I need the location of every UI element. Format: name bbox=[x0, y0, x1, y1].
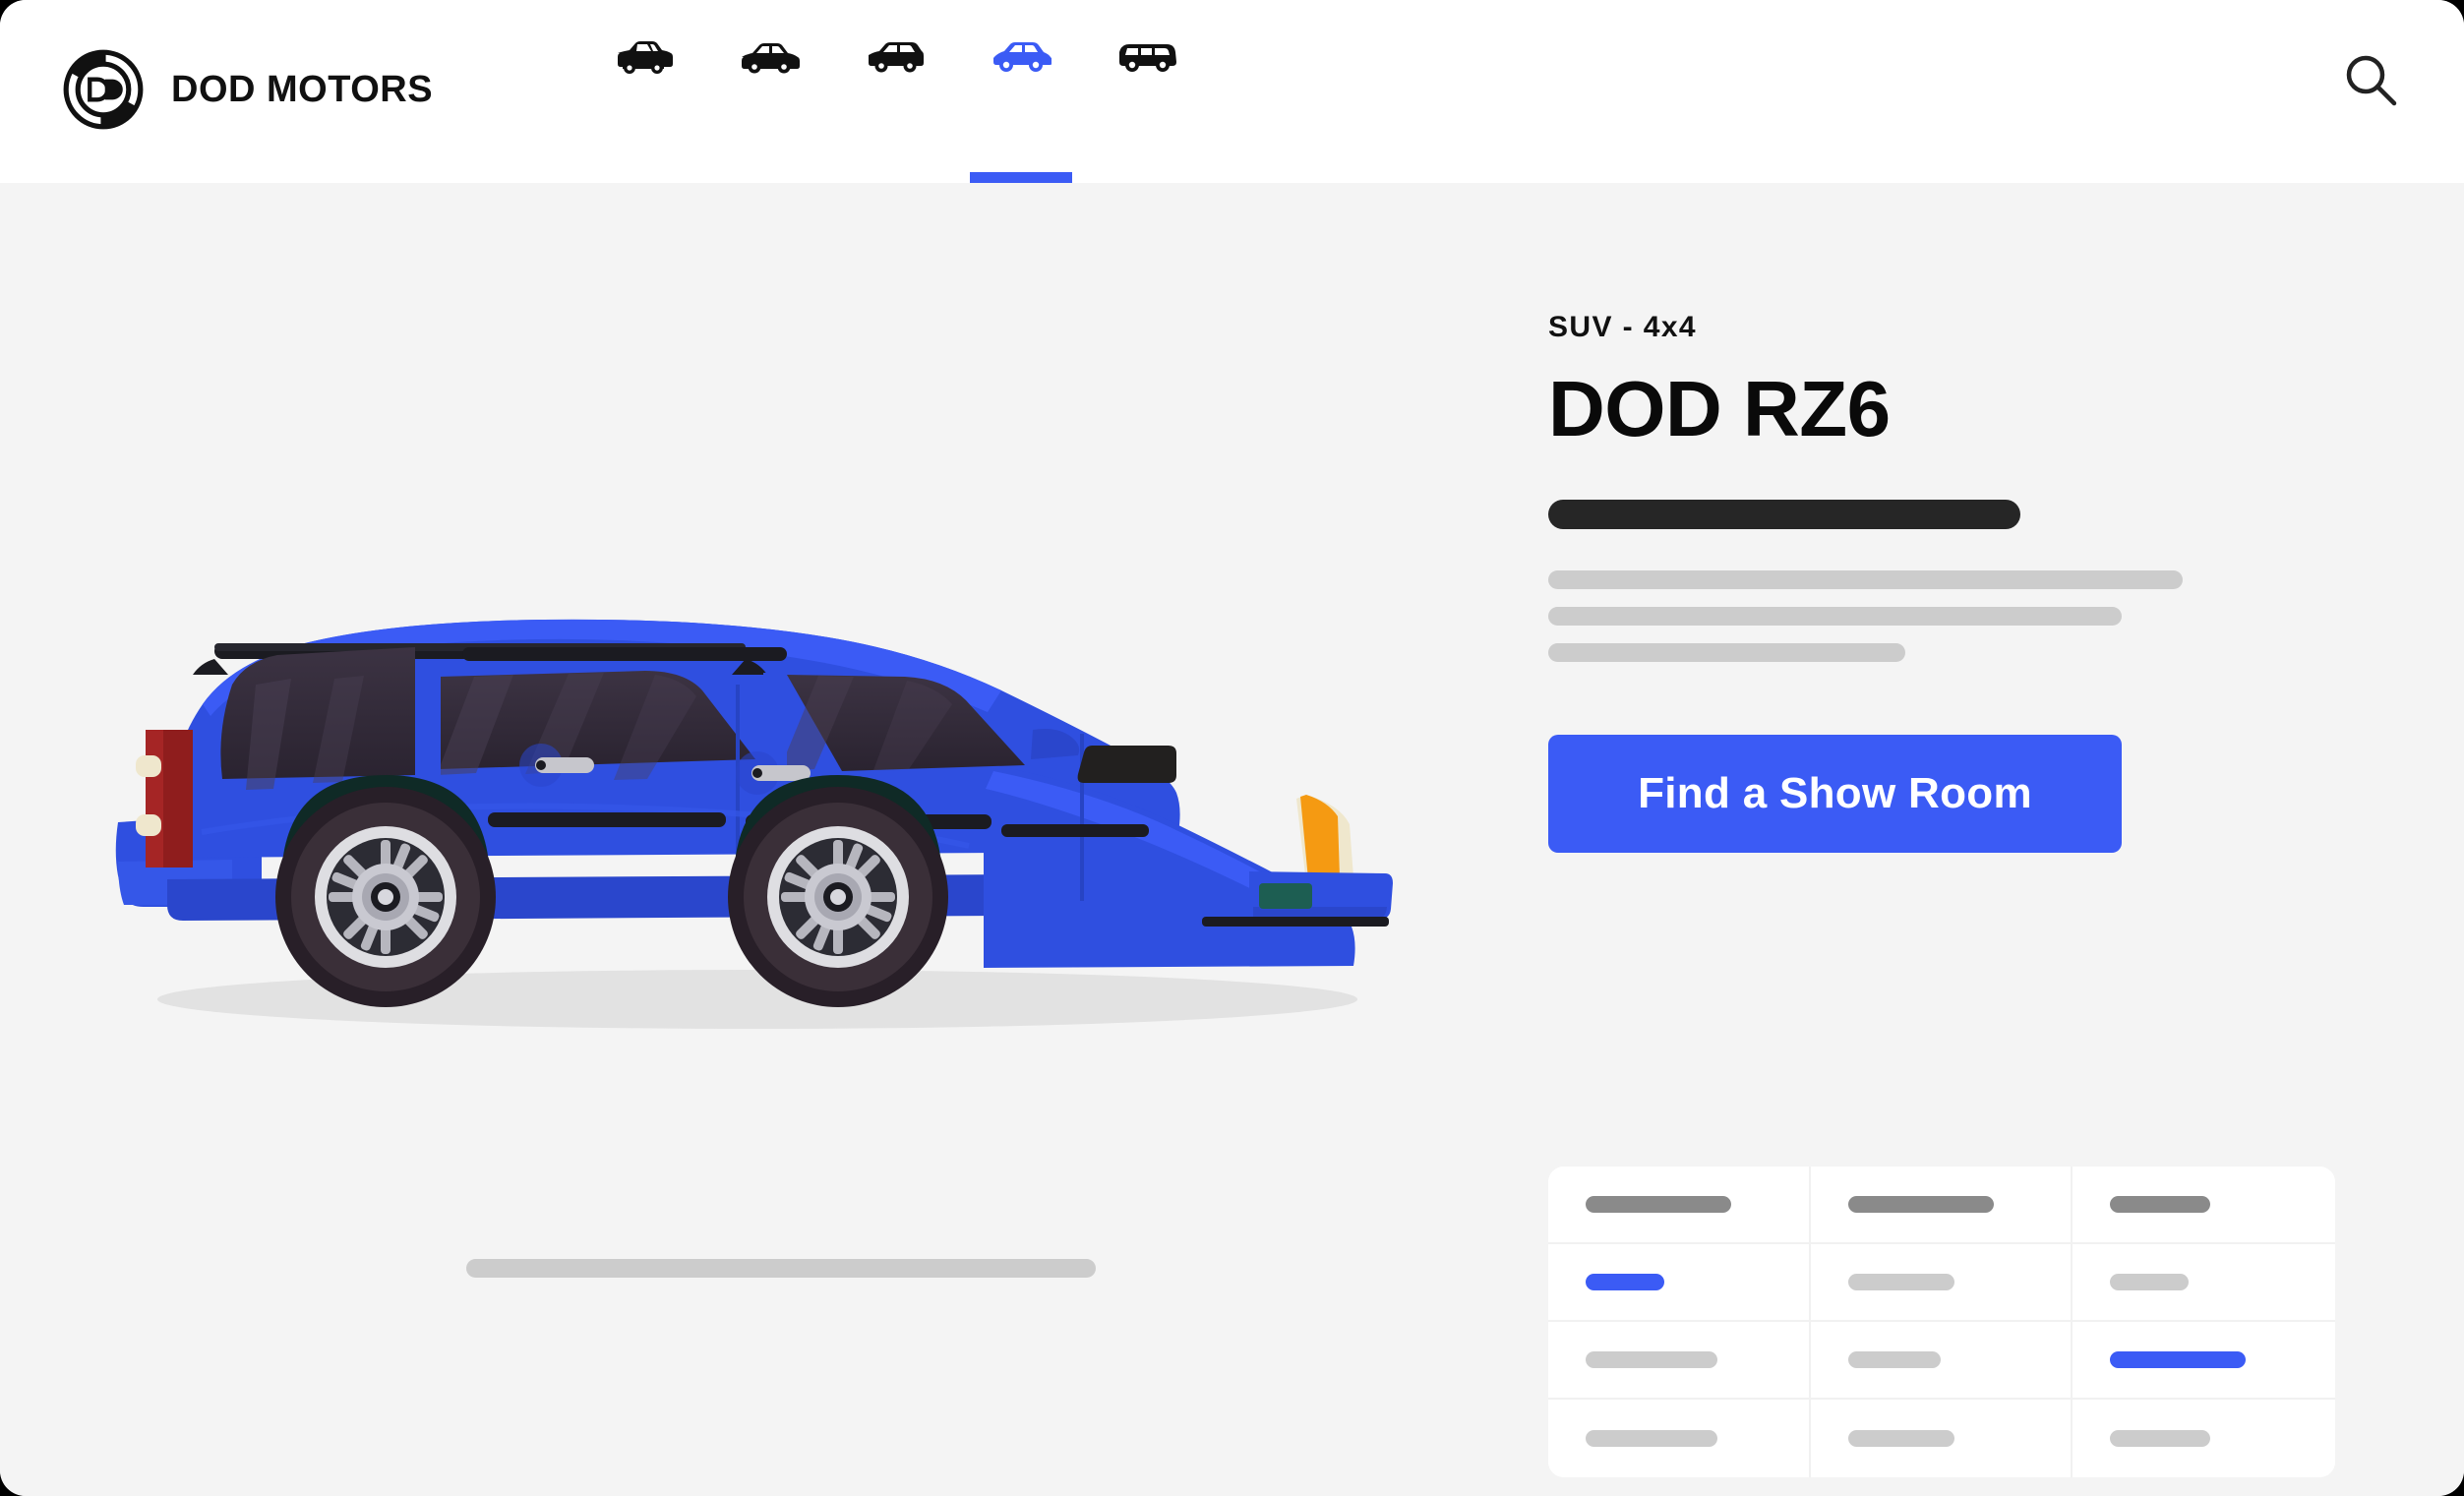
nav-item-sedan[interactable] bbox=[706, 0, 832, 183]
app-page: DOD MOTORS SUV - 4x4 DOD RZ6 Find a Show… bbox=[0, 0, 2464, 1496]
cell-skeleton-pill bbox=[1586, 1430, 1717, 1447]
table-cell bbox=[1548, 1244, 1811, 1322]
table-header-cell bbox=[1548, 1167, 1811, 1244]
description-skeleton-line bbox=[1548, 570, 2183, 589]
table-cell bbox=[1548, 1322, 1811, 1400]
cell-skeleton-pill bbox=[1847, 1274, 1954, 1290]
vehicle-category: SUV - 4x4 bbox=[1548, 311, 1697, 343]
find-show-room-button[interactable]: Find a Show Room bbox=[1548, 735, 2122, 853]
sedan-car-icon bbox=[742, 43, 800, 74]
specification-table bbox=[1548, 1167, 2335, 1477]
cell-skeleton-pill bbox=[1847, 1196, 1994, 1213]
description-skeleton-line bbox=[1548, 607, 2122, 626]
table-cell bbox=[1810, 1400, 2073, 1477]
table-cell bbox=[1810, 1322, 2073, 1400]
brand-logo[interactable]: DOD MOTORS bbox=[61, 47, 433, 132]
cell-skeleton-pill bbox=[1847, 1351, 1941, 1368]
site-header: DOD MOTORS bbox=[0, 0, 2464, 183]
table-cell bbox=[1548, 1400, 1811, 1477]
cell-skeleton-pill bbox=[1586, 1196, 1731, 1213]
dod-circular-emblem-icon bbox=[63, 49, 144, 130]
vehicle-type-nav bbox=[580, 0, 1210, 183]
brand-name: DOD MOTORS bbox=[171, 68, 434, 110]
cell-skeleton-pill bbox=[2110, 1196, 2211, 1213]
vehicle-detail-panel: SUV - 4x4 DOD RZ6 Find a Show Room bbox=[1548, 311, 2355, 853]
table-cell bbox=[2073, 1400, 2335, 1477]
vehicle-title: DOD RZ6 bbox=[1548, 365, 1891, 452]
table-header-cell bbox=[2073, 1167, 2335, 1244]
coupe-car-icon bbox=[618, 41, 673, 74]
nav-item-coupe[interactable] bbox=[580, 0, 706, 183]
search-icon bbox=[2346, 55, 2397, 106]
nav-item-suv[interactable] bbox=[958, 0, 1084, 183]
vehicle-caption-skeleton bbox=[466, 1259, 1096, 1278]
blue-suv-side-view-illustration bbox=[115, 619, 1393, 1029]
cell-skeleton-pill bbox=[2110, 1274, 2190, 1290]
description-skeleton-group bbox=[1548, 570, 2355, 662]
table-header-cell bbox=[1810, 1167, 2073, 1244]
nav-item-van[interactable] bbox=[1084, 0, 1210, 183]
nav-active-underline bbox=[970, 172, 1072, 183]
hatchback-car-icon bbox=[869, 42, 924, 73]
cell-skeleton-pill bbox=[1586, 1351, 1717, 1368]
nav-item-hatchback[interactable] bbox=[832, 0, 958, 183]
search-button[interactable] bbox=[2328, 37, 2413, 122]
table-cell bbox=[2073, 1322, 2335, 1400]
cell-skeleton-pill bbox=[2110, 1351, 2247, 1368]
cell-skeleton-pill bbox=[1586, 1274, 1664, 1290]
description-skeleton-line bbox=[1548, 643, 1905, 662]
table-cell bbox=[1810, 1244, 2073, 1322]
table-cell bbox=[2073, 1244, 2335, 1322]
cell-skeleton-pill bbox=[2110, 1430, 2211, 1447]
van-car-icon bbox=[1119, 44, 1176, 72]
cell-skeleton-pill bbox=[1847, 1430, 1954, 1447]
subtitle-skeleton bbox=[1548, 500, 2020, 529]
main-content: SUV - 4x4 DOD RZ6 Find a Show Room bbox=[0, 183, 2464, 1496]
suv-car-icon bbox=[993, 42, 1052, 72]
vehicle-illustration bbox=[108, 537, 1407, 1048]
